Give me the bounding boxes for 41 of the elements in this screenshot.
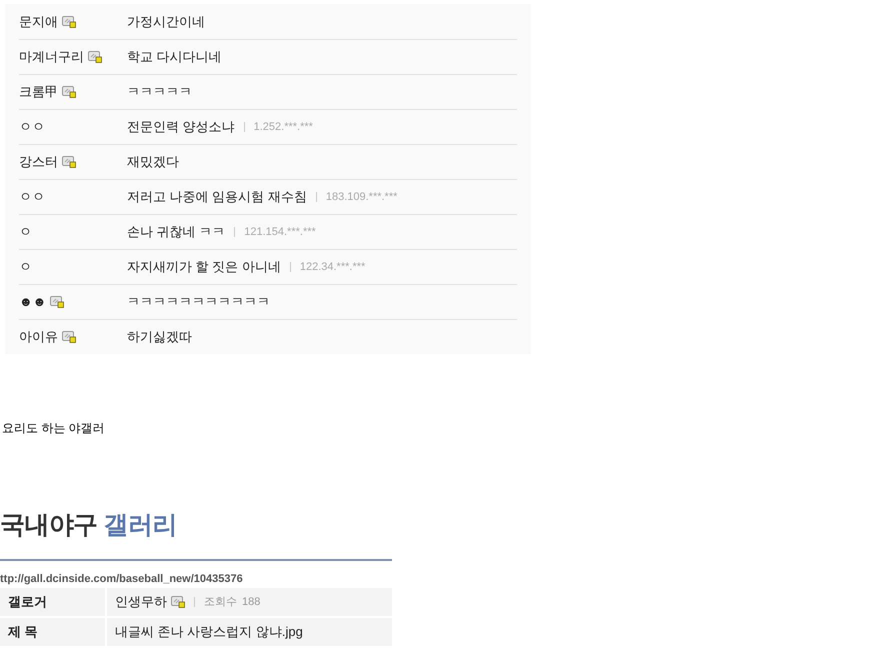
gallog-icon[interactable] bbox=[88, 51, 102, 64]
field-value: 인생무하 bbox=[115, 593, 167, 612]
commenter-name: ㅇ bbox=[19, 259, 32, 274]
commenter-name: 강스터 bbox=[19, 154, 58, 170]
gallog-icon[interactable] bbox=[62, 331, 76, 344]
commenter-name: ㅇㅇ bbox=[19, 119, 45, 134]
caption: 요리도 하는 야갤러 bbox=[2, 420, 106, 437]
field-label: 제 목 bbox=[0, 618, 105, 646]
gallog-icon[interactable] bbox=[62, 16, 76, 28]
comment-text: ㅋㅋㅋㅋㅋㅋㅋㅋㅋㅋㅋ bbox=[127, 293, 270, 312]
commenter-name: 마계너구리 bbox=[19, 49, 84, 64]
comment-text: 하기싫겠따 bbox=[127, 328, 192, 346]
field-value: 내글씨 존나 사랑스럽지 않냐.jpg bbox=[115, 623, 303, 642]
ip-address: 122.34.***.*** bbox=[300, 260, 366, 275]
ip-address: 183.109.***.*** bbox=[326, 190, 398, 205]
view-count-label: 조회수 bbox=[204, 594, 237, 610]
ip-address: 121.154.***.*** bbox=[244, 224, 316, 240]
comment-text: 손나 귀찮네 ㅋㅋ bbox=[127, 223, 226, 242]
commenter-name: ㅇ bbox=[19, 224, 32, 240]
commenter-name: 아이유 bbox=[19, 329, 58, 344]
gallery-title-accent: 갤러리 bbox=[104, 510, 177, 541]
comment-text: 전문인력 양성소냐 bbox=[127, 118, 235, 136]
gallog-icon[interactable] bbox=[50, 296, 64, 308]
view-count: 188 bbox=[242, 594, 260, 610]
comment-text: 가정시간이네 bbox=[127, 12, 205, 31]
commenter-name: 크롬甲 bbox=[19, 84, 58, 100]
comment-text: 저러고 나중에 임용시험 재수침 bbox=[127, 188, 307, 206]
post-url[interactable]: ttp://gall.dcinside.com/baseball_new/10435376 bbox=[0, 570, 890, 587]
comment-text: ㅋㅋㅋㅋㅋ bbox=[127, 83, 192, 102]
comment-text: 재밌겠다 bbox=[127, 153, 179, 172]
commenter-name: ☻☻ bbox=[19, 294, 46, 310]
commenter-name: 문지애 bbox=[19, 14, 58, 29]
field-label: 갤로거 bbox=[0, 588, 105, 616]
commenter-name: ㅇㅇ bbox=[19, 189, 45, 204]
gallog-icon[interactable] bbox=[62, 86, 76, 98]
ip-address: 1.252.***.*** bbox=[254, 120, 313, 135]
gallery-title: 국내야구 bbox=[0, 510, 98, 541]
comment-text: 자지새끼가 할 짓은 아니네 bbox=[127, 258, 281, 276]
gallog-icon[interactable] bbox=[62, 156, 76, 168]
gallog-icon[interactable] bbox=[171, 596, 185, 608]
comment-text: 학교 다시다니네 bbox=[127, 48, 222, 66]
